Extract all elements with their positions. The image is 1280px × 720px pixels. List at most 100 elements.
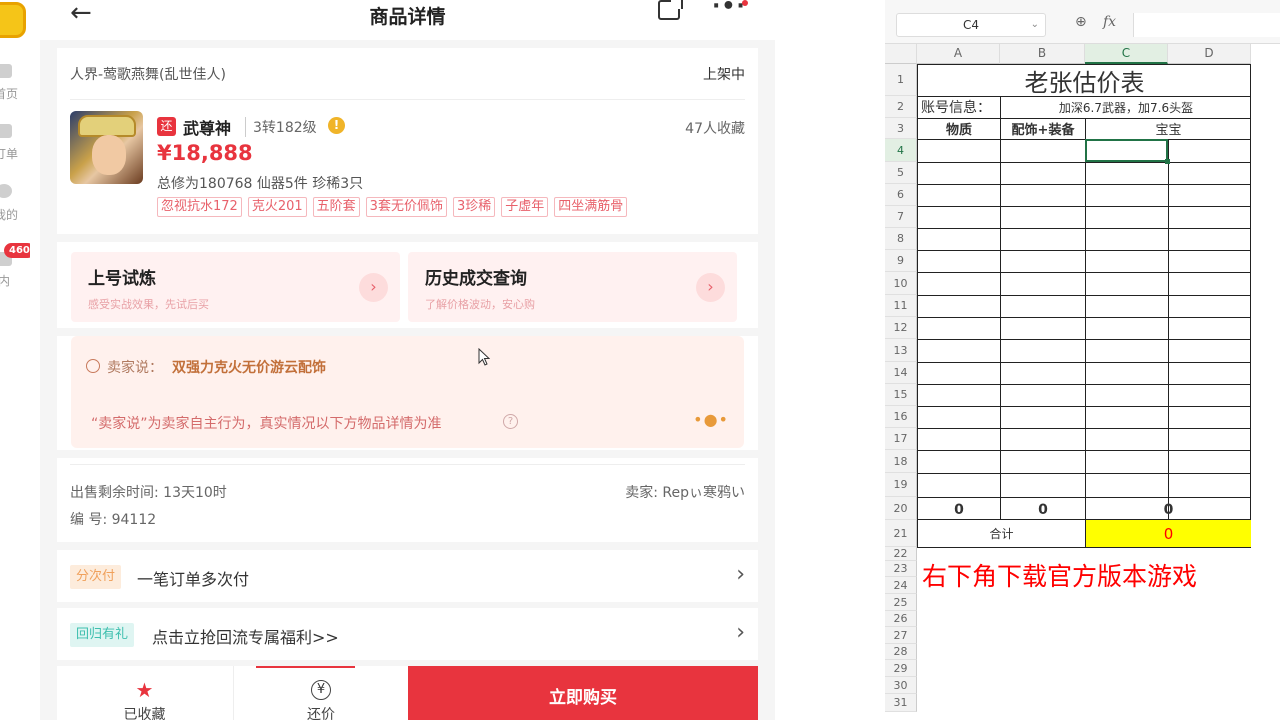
avatar-face: [92, 135, 126, 175]
sum-accessory[interactable]: 0: [1001, 500, 1085, 519]
character-avatar[interactable]: [70, 111, 143, 184]
select-all-corner[interactable]: [885, 44, 917, 64]
more-options-icon[interactable]: ·•·: [712, 0, 746, 19]
name-box[interactable]: C4 ⌄: [896, 13, 1046, 37]
column-header-b[interactable]: B: [1000, 44, 1085, 64]
installment-row[interactable]: 分次付 一笔订单多次付 ›: [57, 550, 758, 602]
row-header-4[interactable]: 4: [885, 139, 917, 162]
nav-item-messages[interactable]: 站内信: [0, 272, 16, 306]
top-bar: ← 商品详情 ·•·: [40, 0, 775, 40]
row-header-26[interactable]: 26: [885, 611, 917, 627]
favorite-count: 47人收藏: [685, 121, 745, 137]
row-header-14[interactable]: 14: [885, 362, 917, 384]
nav-item-mine[interactable]: 我的: [0, 206, 24, 223]
row-header-2[interactable]: 2: [885, 96, 917, 118]
row-header-29[interactable]: 29: [885, 660, 917, 677]
row-header-19[interactable]: 19: [885, 473, 917, 497]
row-header-8[interactable]: 8: [885, 228, 917, 250]
share-icon[interactable]: [658, 0, 683, 20]
seller-name[interactable]: 卖家: Repぃ寒鸦い: [625, 482, 745, 502]
orders-icon: [0, 124, 12, 138]
function-icon[interactable]: fx: [1103, 14, 1116, 30]
grid-line: [917, 547, 1251, 548]
listing-status: 上架中: [703, 67, 745, 83]
nav-item-orders[interactable]: 订单: [0, 145, 24, 162]
row-header-9[interactable]: 9: [885, 250, 917, 272]
row-header-16[interactable]: 16: [885, 406, 917, 428]
formula-bar: C4 ⌄ ⊕ fx: [885, 0, 1280, 44]
header-pet[interactable]: 宝宝: [1086, 118, 1251, 139]
grid-line: [917, 406, 1251, 407]
remaining-time: 出售剩余时间: 13天10时: [70, 485, 227, 501]
row-header-7[interactable]: 7: [885, 206, 917, 228]
sum-pet[interactable]: 0: [1086, 500, 1251, 519]
seller-says-disclaimer: “卖家说”为卖家自主行为，真实情况以下方物品详情为准: [91, 416, 442, 432]
header-material[interactable]: 物质: [918, 118, 1000, 139]
product-detail-page: ← 商品详情 ·•· 人界-莺歌燕舞(乱世佳人) 上架中 还 武尊神 3转182…: [40, 0, 775, 720]
row-header-30[interactable]: 30: [885, 677, 917, 694]
row-header-6[interactable]: 6: [885, 184, 917, 206]
row-header-12[interactable]: 12: [885, 317, 917, 339]
nav-item-home[interactable]: 首页: [0, 85, 24, 102]
header-accessory-equipment[interactable]: 配饰+装备: [1001, 118, 1085, 139]
row-header-18[interactable]: 18: [885, 450, 917, 473]
row-header-27[interactable]: 27: [885, 627, 917, 644]
row-header-11[interactable]: 11: [885, 295, 917, 317]
bargain-button[interactable]: ¥ 还价: [233, 666, 408, 720]
row-header-31[interactable]: 31: [885, 694, 917, 712]
grid-line: [1085, 118, 1086, 547]
row-header-25[interactable]: 25: [885, 594, 917, 611]
row-header-24[interactable]: 24: [885, 577, 917, 594]
zoom-search-icon[interactable]: ⊕: [1075, 14, 1087, 30]
app-logo: [0, 2, 26, 38]
total-label[interactable]: 合计: [918, 520, 1085, 547]
row-header-21[interactable]: 21: [885, 520, 917, 547]
warning-icon[interactable]: !: [328, 117, 345, 134]
return-gift-row[interactable]: 回归有礼 点击立抢回流专属福利>> ›: [57, 608, 758, 660]
buy-now-button[interactable]: 立即购买: [408, 666, 758, 720]
formula-input[interactable]: [1133, 13, 1280, 37]
character-level: 3转182级: [245, 117, 317, 137]
row-header-22[interactable]: 22: [885, 547, 917, 561]
row-header-15[interactable]: 15: [885, 384, 917, 406]
column-header-a[interactable]: A: [917, 44, 1000, 64]
installment-text: 一笔订单多次付: [137, 570, 250, 589]
row-header-1[interactable]: 1: [885, 64, 917, 96]
star-icon: ★: [135, 678, 154, 702]
return-tag: 还: [157, 117, 176, 136]
row-header-3[interactable]: 3: [885, 118, 917, 139]
action-cards: 上号试炼 感受实战效果，先试后买 › 历史成交查询 了解价格波动，安心购 ›: [57, 242, 758, 328]
row-header-23[interactable]: 23: [885, 561, 917, 577]
name-box-value: C4: [962, 18, 979, 32]
account-info-value[interactable]: 加深6.7武器，加7.6头盔: [1001, 96, 1251, 118]
trial-login-title: 上号试炼: [88, 269, 156, 289]
spreadsheet-window: C4 ⌄ ⊕ fx A B C D 1 2 3 4 5 6 7 8 9 10 11 12 13 14 15 1…: [885, 0, 1280, 720]
fill-handle[interactable]: [1165, 159, 1170, 164]
row-header-17[interactable]: 17: [885, 428, 917, 450]
bottom-action-bar: ★ 已收藏 ¥ 还价 立即购买: [57, 666, 758, 720]
selected-cell-c4[interactable]: [1085, 139, 1168, 162]
attribute-chip: 忽视抗水172: [157, 197, 242, 217]
row-header-10[interactable]: 10: [885, 272, 917, 295]
trial-login-card[interactable]: 上号试炼 感受实战效果，先试后买 ›: [71, 252, 400, 322]
column-header-d[interactable]: D: [1168, 44, 1251, 64]
sheet-title[interactable]: 老张估价表: [918, 65, 1251, 96]
row-header-28[interactable]: 28: [885, 644, 917, 660]
history-query-card[interactable]: 历史成交查询 了解价格波动，安心购 ›: [408, 252, 737, 322]
row-header-5[interactable]: 5: [885, 162, 917, 184]
notification-dot: [742, 0, 748, 6]
sum-material[interactable]: 0: [918, 500, 1000, 519]
account-info-label[interactable]: 账号信息：: [918, 96, 1000, 118]
total-value[interactable]: 0: [1086, 520, 1251, 547]
history-query-subtitle: 了解价格波动，安心购: [425, 298, 535, 311]
help-icon[interactable]: ?: [503, 414, 518, 429]
favorite-button[interactable]: ★ 已收藏: [57, 666, 232, 720]
row-header-20[interactable]: 20: [885, 497, 917, 520]
return-gift-text: 点击立抢回流专属福利>>: [152, 628, 339, 647]
row-header-13[interactable]: 13: [885, 339, 917, 362]
pager-dots-icon: •●•: [693, 410, 729, 429]
seller-says-box: 卖家说： 双强力克火无价游云配饰 “卖家说”为卖家自主行为，真实情况以下方物品详…: [71, 336, 744, 448]
column-header-c[interactable]: C: [1085, 44, 1168, 64]
history-query-title: 历史成交查询: [425, 269, 527, 289]
grid-line: [917, 228, 1251, 229]
